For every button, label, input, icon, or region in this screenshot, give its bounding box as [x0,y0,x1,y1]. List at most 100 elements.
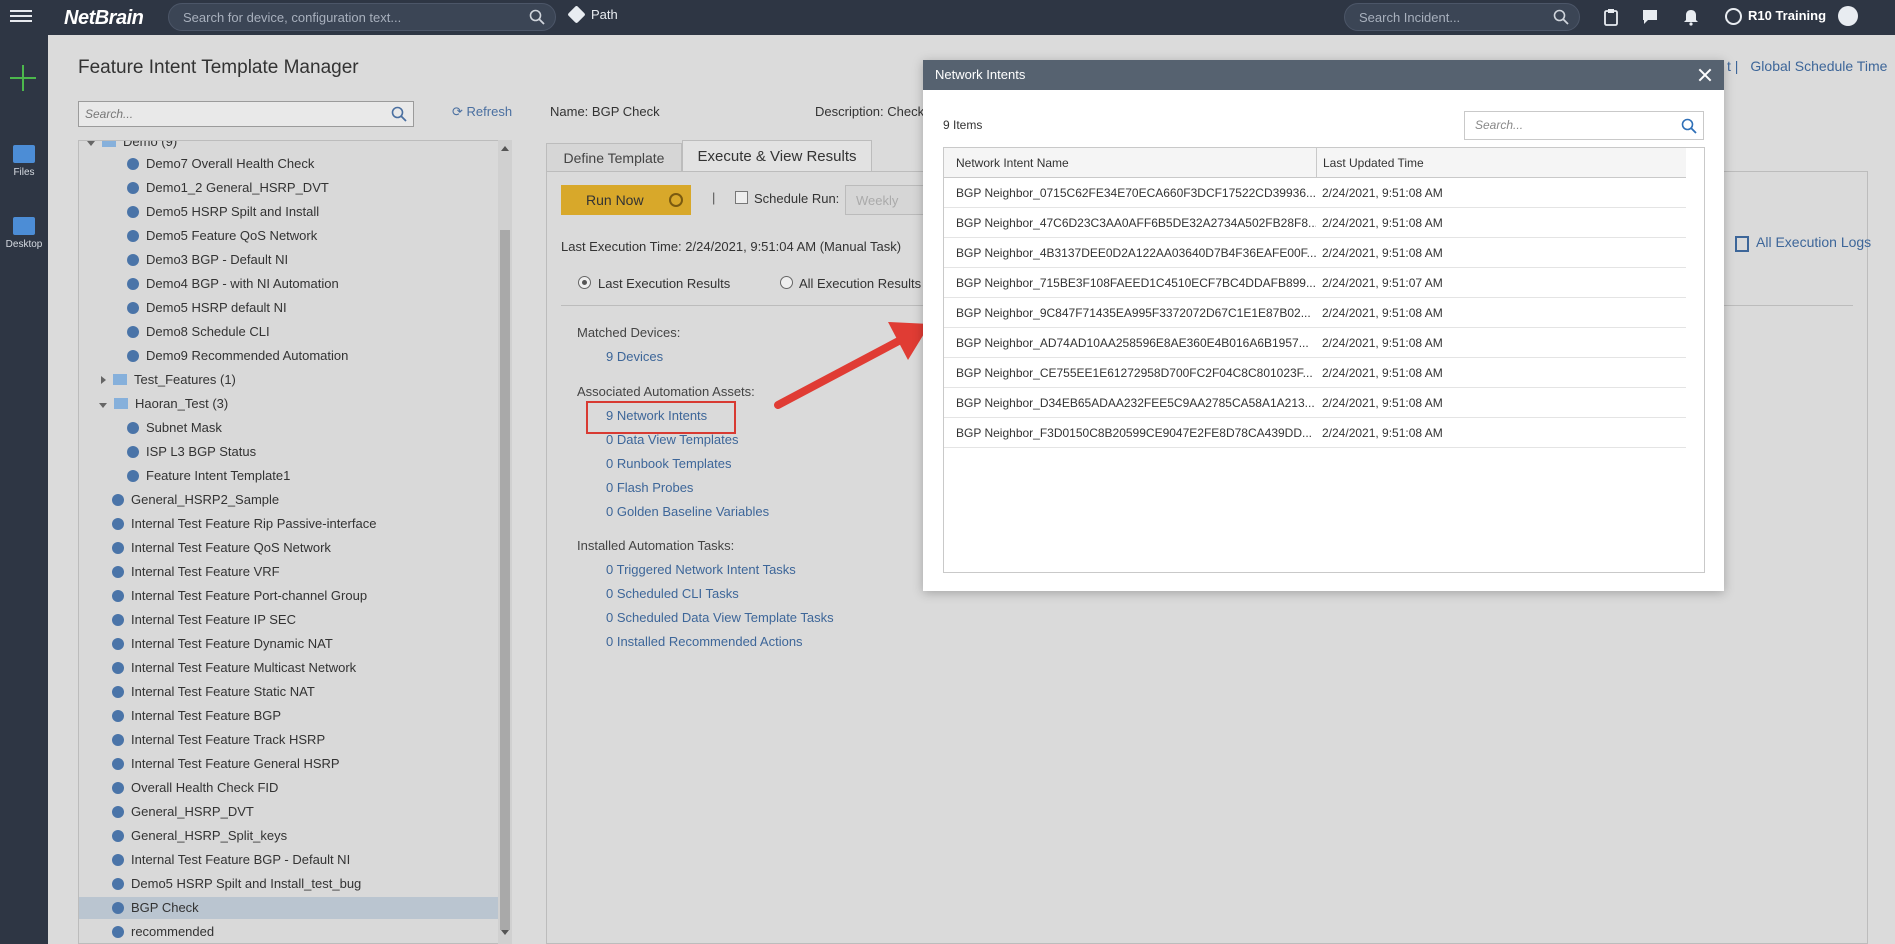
files-nav[interactable]: Files [0,145,48,178]
table-row[interactable]: BGP Neighbor_CE755EE1E61272958D700FC2F04… [944,358,1686,388]
template-description: Description: Check [815,104,925,119]
table-row[interactable]: BGP Neighbor_F3D0150C8B20599CE9047E2FE8D… [944,418,1686,448]
tree-item[interactable]: Demo8 Schedule CLI [79,321,270,343]
folder-icon [114,398,128,409]
tree-item[interactable]: Internal Test Feature Static NAT [79,681,315,703]
table-row[interactable]: BGP Neighbor_9C847F71435EA995F3372072D67… [944,298,1686,328]
tree-item[interactable]: Demo4 BGP - with NI Automation [79,273,339,295]
table-row[interactable]: BGP Neighbor_D34EB65ADAA232FEE5C9AA2785C… [944,388,1686,418]
user-avatar-icon[interactable] [1838,6,1858,26]
tree-item[interactable]: Haoran_Test (3) [79,393,228,415]
tree-item[interactable]: recommended [79,921,214,943]
frequency-select[interactable]: Weekly [845,185,925,215]
search-icon[interactable] [1553,9,1569,25]
domain-selector[interactable]: R10 Training [1748,8,1826,23]
tree-item[interactable]: Demo5 HSRP Spilt and Install_test_bug [79,873,361,895]
path-button[interactable]: Path [567,5,618,24]
tree-scrollbar[interactable] [498,140,512,944]
tree-item[interactable]: Demo5 HSRP default NI [79,297,287,319]
template-icon [112,566,124,578]
scroll-up-icon[interactable] [501,146,509,151]
tree-item-selected[interactable]: BGP Check [79,897,499,919]
tree-item[interactable]: Internal Test Feature BGP - Default NI [79,849,350,871]
clipboard-icon[interactable] [1602,8,1620,26]
incident-search-input[interactable]: Search Incident... [1344,3,1580,31]
tree-item[interactable]: Internal Test Feature Port-channel Group [79,585,367,607]
flash-probes-link[interactable]: 0 Flash Probes [606,480,693,495]
tree-item[interactable]: Internal Test Feature Rip Passive-interf… [79,513,376,535]
tree-item[interactable]: Overall Health Check FID [79,777,278,799]
tree-item[interactable]: Internal Test Feature Dynamic NAT [79,633,333,655]
tree-item[interactable]: Demo5 HSRP Spilt and Install [79,201,319,223]
tree-item[interactable]: Demo5 Feature QoS Network [79,225,317,247]
gear-icon[interactable] [669,193,683,207]
scheduled-cli-link[interactable]: 0 Scheduled CLI Tasks [606,586,739,601]
tree-item[interactable]: Internal Test Feature QoS Network [79,537,331,559]
tree-item[interactable]: Internal Test Feature VRF [79,561,280,583]
tree-item[interactable]: ISP L3 BGP Status [79,441,256,463]
global-schedule-link[interactable]: t | Global Schedule Time [1727,58,1887,74]
scroll-down-icon[interactable] [501,930,509,935]
runbook-templates-link[interactable]: 0 Runbook Templates [606,456,732,471]
add-icon[interactable] [10,65,36,91]
tree-item[interactable]: Demo3 BGP - Default NI [79,249,288,271]
golden-baseline-link[interactable]: 0 Golden Baseline Variables [606,504,769,519]
caret-down-icon[interactable] [99,403,107,408]
tab-execute-results[interactable]: Execute & View Results [682,140,872,171]
tree-item[interactable]: Demo (9) [79,141,177,153]
dialog-search-input[interactable]: Search... [1464,111,1704,140]
search-icon[interactable] [1681,118,1697,134]
run-now-button[interactable]: Run Now [561,185,691,215]
scroll-thumb[interactable] [500,230,510,930]
tree-item[interactable]: General_HSRP_Split_keys [79,825,287,847]
column-header-time[interactable]: Last Updated Time [1316,148,1686,178]
tree-item[interactable]: Demo1_2 General_HSRP_DVT [79,177,329,199]
tree-item[interactable]: Feature Intent Template1 [79,465,290,487]
caret-down-icon[interactable] [87,141,95,146]
tree-item[interactable]: Subnet Mask [79,417,222,439]
recommended-actions-link[interactable]: 0 Installed Recommended Actions [606,634,803,649]
table-row[interactable]: BGP Neighbor_AD74AD10AA258596E8AE360E4B0… [944,328,1686,358]
tab-define-template[interactable]: Define Template [546,143,682,171]
all-results-radio[interactable] [780,276,793,289]
data-view-templates-link[interactable]: 0 Data View Templates [606,432,738,447]
global-schedule-prefix: t | [1727,58,1739,74]
chat-icon[interactable] [1641,8,1659,26]
tree-item[interactable]: Internal Test Feature IP SEC [79,609,296,631]
tree-item[interactable]: Internal Test Feature General HSRP [79,753,340,775]
tree-item[interactable]: General_HSRP_DVT [79,801,254,823]
matched-devices-link[interactable]: 9 Devices [606,349,663,364]
template-icon [112,518,124,530]
items-count: 9 Items [943,118,983,132]
template-icon [112,878,124,890]
search-icon[interactable] [529,9,545,25]
triggered-tasks-link[interactable]: 0 Triggered Network Intent Tasks [606,562,796,577]
tree-item[interactable]: Internal Test Feature Track HSRP [79,729,325,751]
tree-item[interactable]: Internal Test Feature BGP [79,705,281,727]
table-row[interactable]: BGP Neighbor_47C6D23C3AA0AFF6B5DE32A2734… [944,208,1686,238]
close-icon[interactable] [1696,66,1714,84]
scheduled-dvt-link[interactable]: 0 Scheduled Data View Template Tasks [606,610,834,625]
table-row[interactable]: BGP Neighbor_4B3137DEE0D2A122AA03640D7B4… [944,238,1686,268]
search-icon[interactable] [391,106,407,122]
table-header: Network Intent Name Last Updated Time [944,148,1686,178]
bell-icon[interactable] [1682,8,1700,26]
schedule-run-checkbox[interactable] [735,191,748,204]
table-row[interactable]: BGP Neighbor_715BE3F108FAEED1C4510ECF7BC… [944,268,1686,298]
tree-item[interactable]: General_HSRP2_Sample [79,489,279,511]
last-results-radio[interactable] [578,276,591,289]
tree-item[interactable]: Demo9 Recommended Automation [79,345,348,367]
table-row[interactable]: BGP Neighbor_0715C62FE34E70ECA660F3DCF17… [944,178,1686,208]
path-label: Path [591,7,618,22]
menu-icon[interactable] [10,7,32,27]
global-search-input[interactable]: Search for device, configuration text... [168,3,556,31]
all-execution-logs-link[interactable]: All Execution Logs [1756,234,1871,250]
template-search-input[interactable]: Search... [78,101,414,127]
tree-item[interactable]: Test_Features (1) [79,369,236,391]
refresh-button[interactable]: ⟳ Refresh [452,104,512,120]
column-header-name[interactable]: Network Intent Name [944,148,1316,178]
caret-right-icon[interactable] [101,376,106,384]
tree-item[interactable]: Internal Test Feature Multicast Network [79,657,356,679]
desktop-nav[interactable]: Desktop [0,217,48,250]
tree-item[interactable]: Demo7 Overall Health Check [79,153,314,175]
